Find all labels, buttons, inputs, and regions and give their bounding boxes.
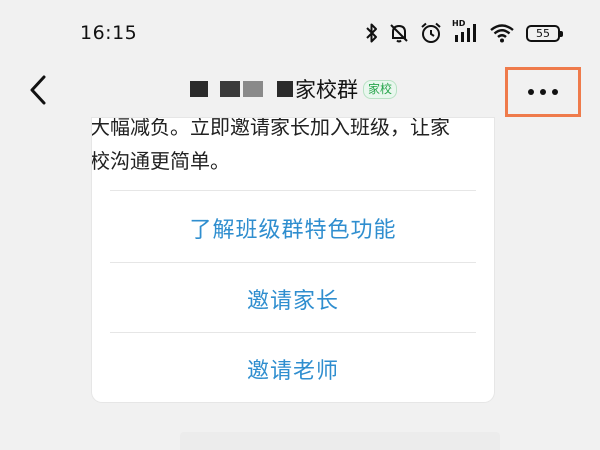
nav-bar: 家校群 家校	[0, 62, 600, 118]
bottom-hint-bar	[180, 432, 500, 450]
title-wrap: 家校群 家校	[190, 74, 398, 104]
battery-level: 55	[536, 26, 550, 40]
invite-parents-button[interactable]: 邀请家长	[92, 264, 494, 334]
signal-icon: HD	[452, 19, 480, 45]
learn-features-button[interactable]: 了解班级群特色功能	[92, 193, 494, 263]
status-icons: HD 55	[365, 18, 563, 48]
group-tag-badge: 家校	[363, 79, 398, 99]
more-button[interactable]	[505, 67, 581, 117]
redacted-block	[243, 81, 263, 97]
redacted-block	[277, 81, 293, 97]
wifi-icon	[490, 24, 514, 43]
chevron-left-icon	[30, 75, 46, 105]
card-text-line: 校沟通更简单。	[92, 149, 230, 173]
divider	[110, 332, 476, 333]
redacted-block	[190, 81, 208, 97]
invite-card: 大幅减负。立即邀请家长加入班级，让家 校沟通更简单。 了解班级群特色功能 邀请家…	[92, 118, 494, 402]
status-time: 16:15	[80, 22, 138, 44]
alarm-icon	[421, 22, 441, 43]
redacted-block	[220, 81, 240, 97]
card-description: 大幅减负。立即邀请家长加入班级，让家 校沟通更简单。	[92, 118, 494, 178]
mute-bell-icon	[390, 24, 408, 43]
page-title: 家校群	[295, 78, 358, 102]
card-text-line: 大幅减负。立即邀请家长加入班级，让家	[92, 118, 450, 139]
bluetooth-icon	[366, 23, 377, 43]
battery-icon: 55	[526, 24, 563, 42]
more-dots-icon	[528, 89, 534, 95]
status-bar: 16:15 HD 55	[0, 0, 600, 62]
divider	[110, 262, 476, 263]
divider	[110, 190, 476, 191]
more-dots-icon	[540, 89, 546, 95]
more-dots-icon	[552, 89, 558, 95]
invite-teachers-button[interactable]: 邀请老师	[92, 334, 494, 402]
back-button[interactable]	[20, 70, 56, 110]
